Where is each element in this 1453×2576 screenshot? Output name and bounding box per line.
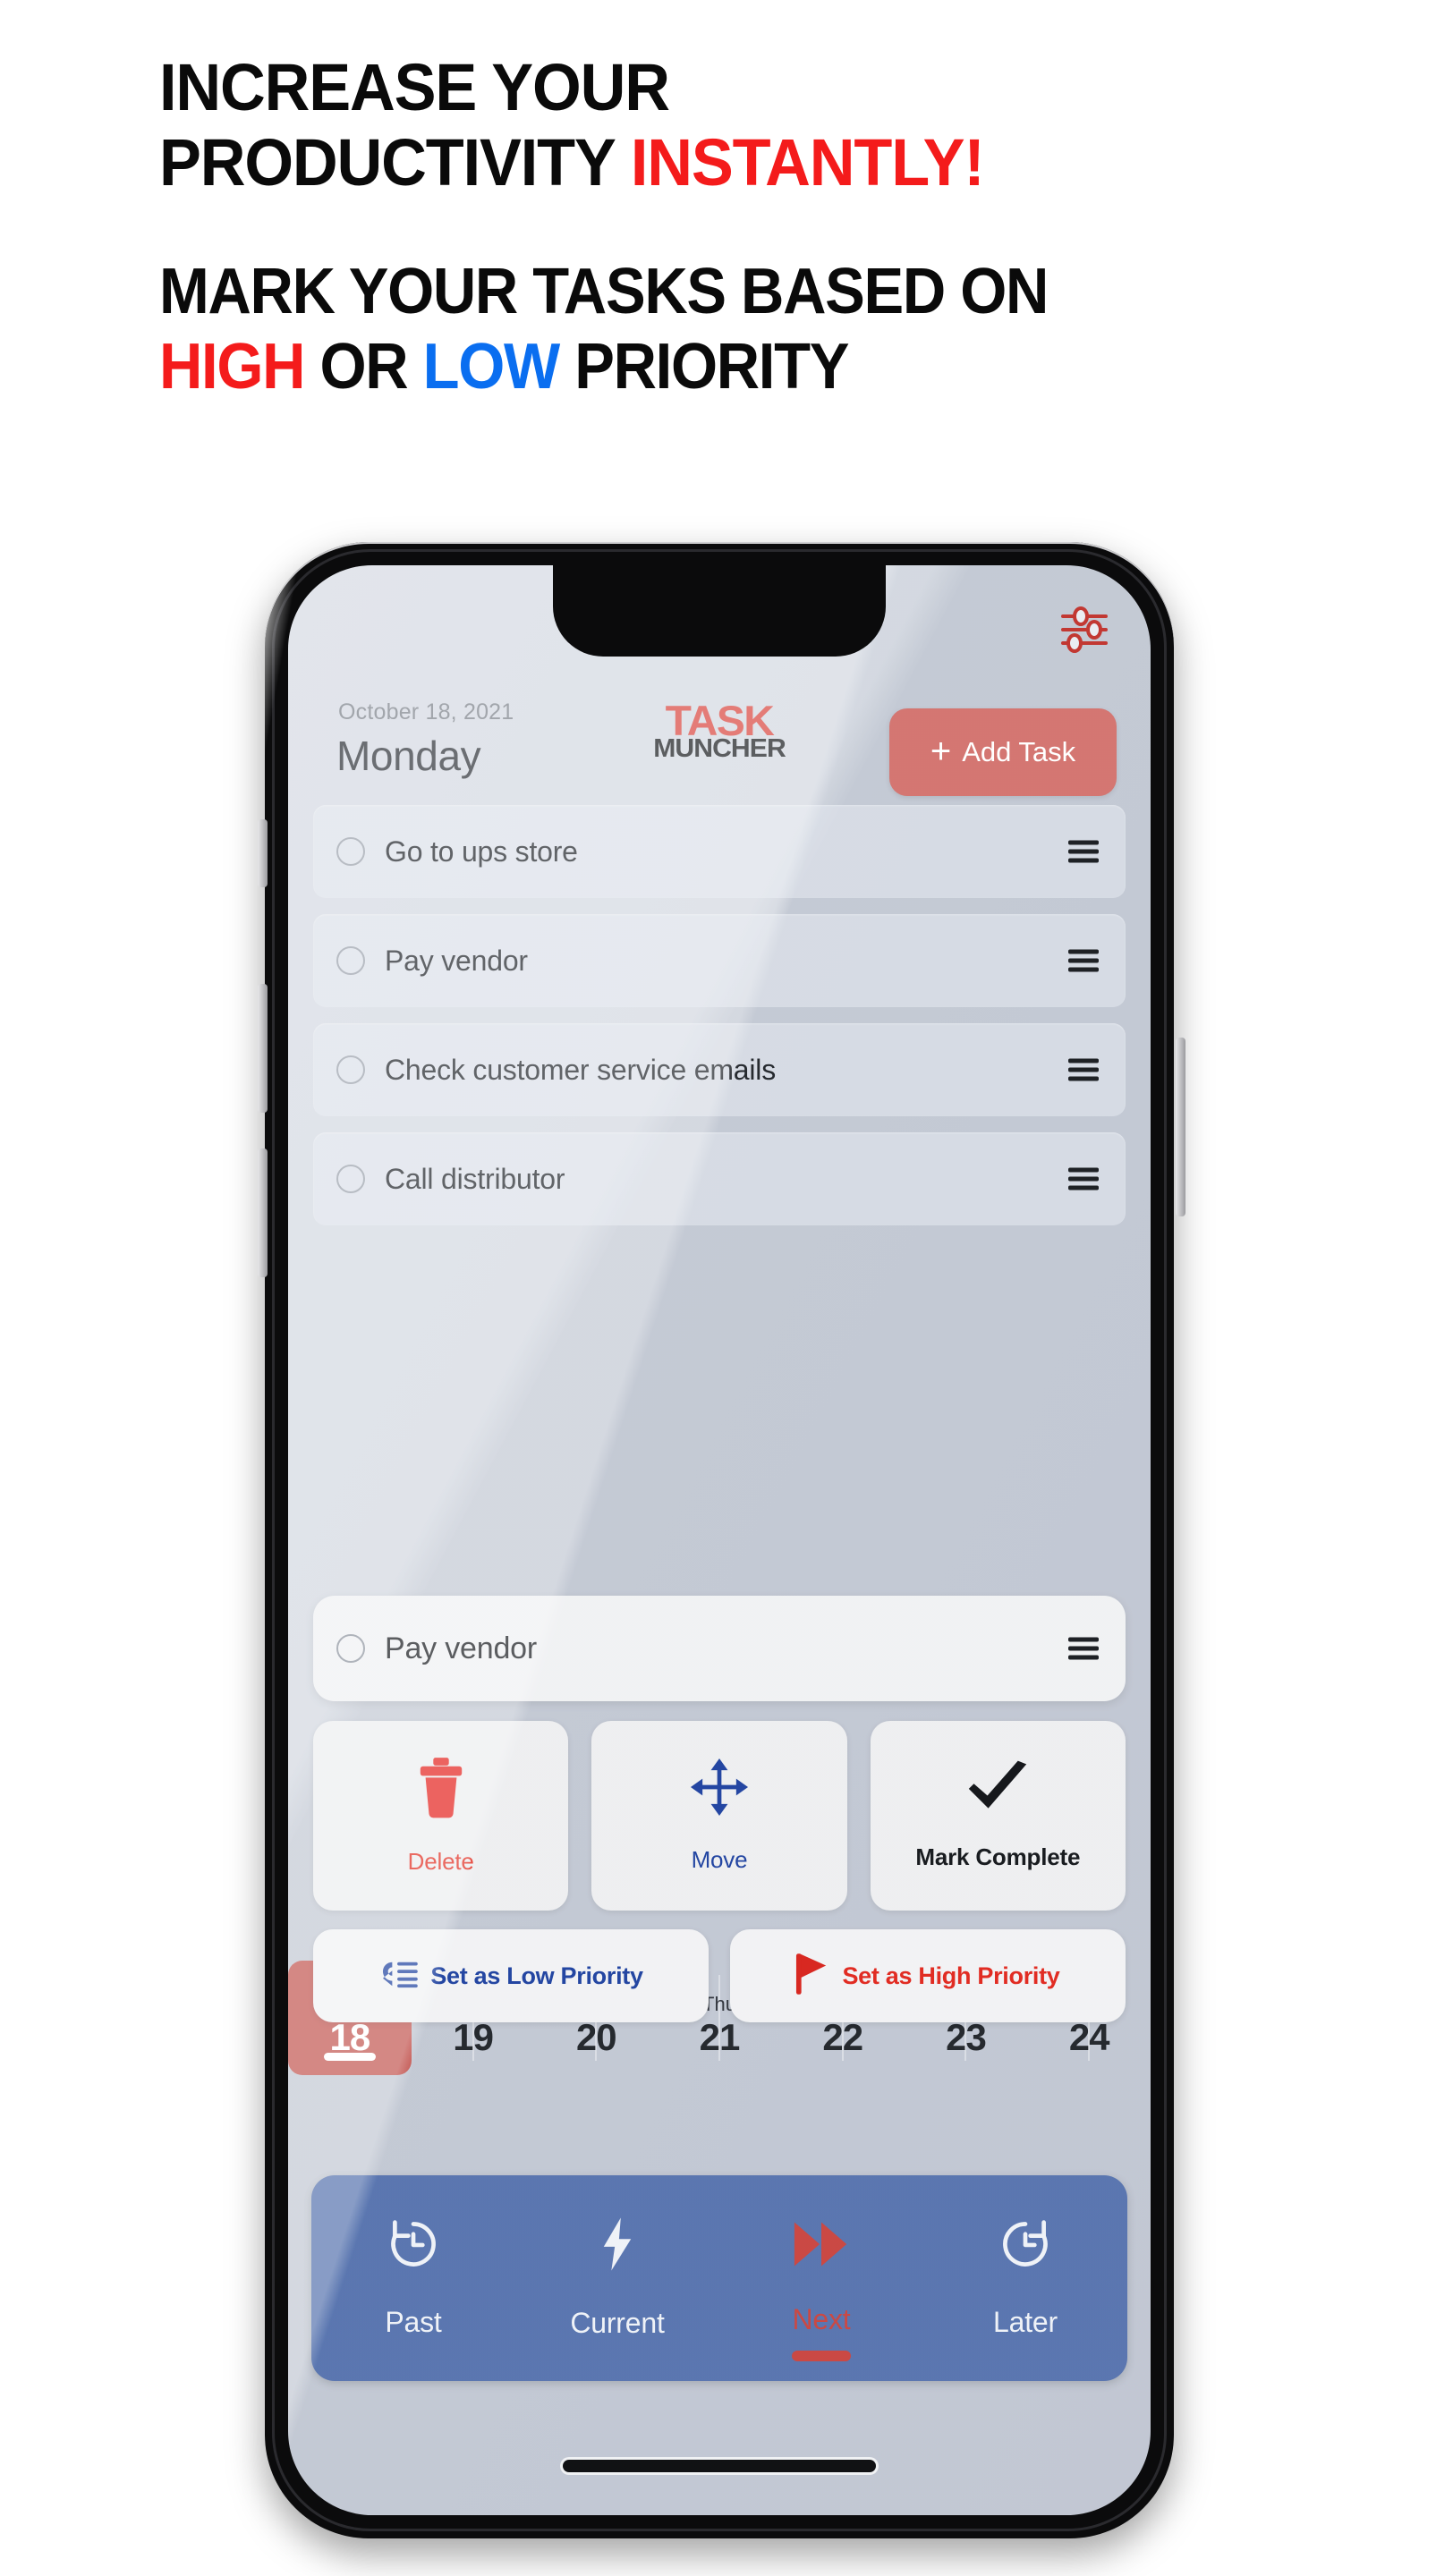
headline-primary: INCREASE YOUR PRODUCTIVITY INSTANTLY! (159, 50, 1322, 196)
set-high-priority-label: Set as High Priority (842, 1962, 1060, 1989)
headline-secondary-line1: MARK YOUR TASKS BASED ON (159, 256, 1049, 327)
home-indicator[interactable] (563, 2460, 876, 2472)
set-high-priority-button[interactable]: Set as High Priority (730, 1929, 1126, 2022)
fast-forward-icon (793, 2220, 850, 2273)
app-logo: TASK MUNCHER (653, 699, 786, 764)
headline-primary-instantly: INSTANTLY (630, 124, 965, 199)
task-label: Go to ups store (385, 835, 578, 868)
nav-item-past[interactable]: Past (311, 2175, 515, 2381)
nav-label-later: Later (993, 2306, 1058, 2338)
plus-icon: + (930, 731, 952, 771)
phone-volume-down-button[interactable] (258, 1148, 268, 1277)
task-checkbox[interactable] (336, 946, 365, 975)
add-task-label: Add Task (962, 736, 1076, 767)
flag-icon (795, 1953, 829, 2000)
headline-primary-line1: INCREASE YOUR (159, 50, 670, 124)
drag-handle-icon[interactable] (1068, 945, 1099, 977)
move-label: Move (691, 1846, 748, 1873)
marketing-page: INCREASE YOUR PRODUCTIVITY INSTANTLY! MA… (0, 0, 1453, 2576)
check-icon (965, 1760, 1030, 1818)
drag-handle-icon[interactable] (1068, 1164, 1099, 1195)
phone-silence-switch[interactable] (258, 819, 268, 887)
headline-primary-line2: PRODUCTIVITY INSTANTLY! (159, 129, 1264, 195)
nav-label-past: Past (385, 2306, 442, 2338)
phone-notch (553, 565, 886, 657)
drag-handle-icon[interactable] (1068, 1633, 1099, 1665)
selected-task-label: Pay vendor (385, 1631, 537, 1665)
phone-volume-up-button[interactable] (258, 984, 268, 1113)
lightning-icon (599, 2216, 635, 2276)
nav-item-later[interactable]: Later (923, 2175, 1127, 2381)
clock-refresh-icon (998, 2217, 1052, 2275)
sliders-icon[interactable] (1059, 606, 1109, 653)
logo-muncher-text: MUNCHER (653, 734, 786, 764)
delete-label: Delete (407, 1848, 474, 1875)
mark-complete-label: Mark Complete (915, 1843, 1081, 1870)
phone-power-button[interactable] (1176, 1038, 1185, 1216)
mark-complete-button[interactable]: Mark Complete (870, 1721, 1126, 1911)
task-action-buttons: Delete Move Mark Complete (313, 1721, 1126, 1911)
trash-icon (415, 1756, 467, 1823)
nav-label-current: Current (570, 2307, 665, 2339)
table-row[interactable]: Call distributor (313, 1132, 1126, 1225)
priority-buttons: Set as Low Priority Set as High Priority (313, 1929, 1126, 2022)
headline-secondary-line2: HIGH OR LOW PRIORITY (159, 335, 1283, 399)
task-label: Pay vendor (385, 944, 528, 977)
drag-handle-icon[interactable] (1068, 1055, 1099, 1086)
add-task-button[interactable]: + Add Task (889, 708, 1117, 796)
app-screen: October 18, 2021 Monday TASK MUNCHER + A… (288, 565, 1151, 2515)
headline-secondary-or: OR (304, 330, 423, 402)
bottom-navigation: Past Current Next Later (311, 2175, 1127, 2381)
table-row[interactable]: Go to ups store (313, 805, 1126, 898)
set-low-priority-label: Set as Low Priority (430, 1962, 643, 1989)
headline-secondary-high: HIGH (159, 330, 306, 402)
task-label: Call distributor (385, 1162, 565, 1195)
nav-item-current[interactable]: Current (515, 2175, 719, 2381)
low-priority-icon (378, 1958, 419, 1995)
table-row[interactable]: Pay vendor (313, 914, 1126, 1007)
task-label: Check customer service emails (385, 1053, 776, 1086)
current-day: Monday (336, 733, 481, 779)
move-button[interactable]: Move (591, 1721, 847, 1911)
delete-button[interactable]: Delete (313, 1721, 569, 1911)
set-low-priority-button[interactable]: Set as Low Priority (313, 1929, 709, 2022)
headline-secondary-low: LOW (422, 330, 561, 402)
selected-task-card[interactable]: Pay vendor (313, 1596, 1126, 1701)
nav-label-next: Next (792, 2303, 851, 2335)
headline-secondary: MARK YOUR TASKS BASED ON HIGH OR LOW PRI… (159, 256, 1367, 399)
nav-active-indicator (792, 2351, 851, 2361)
phone-mockup: October 18, 2021 Monday TASK MUNCHER + A… (249, 537, 1197, 2558)
calendar-selected-indicator (323, 2053, 376, 2061)
nav-item-next[interactable]: Next (719, 2175, 923, 2381)
task-checkbox[interactable] (336, 1055, 365, 1084)
task-checkbox[interactable] (336, 837, 365, 866)
drag-handle-icon[interactable] (1068, 836, 1099, 868)
table-row[interactable]: Check customer service emails (313, 1023, 1126, 1116)
task-list: Go to ups store Pay vendor Check custome… (288, 805, 1151, 1241)
task-checkbox[interactable] (336, 1165, 365, 1193)
move-arrows-icon (690, 1758, 749, 1821)
selected-task-checkbox[interactable] (336, 1634, 365, 1663)
headline-primary-bang: ! (964, 124, 984, 199)
headline-primary-line2-black: PRODUCTIVITY (159, 124, 631, 199)
headline-secondary-priority: PRIORITY (558, 330, 849, 402)
current-date: October 18, 2021 (338, 699, 514, 724)
clock-back-icon (387, 2217, 440, 2275)
